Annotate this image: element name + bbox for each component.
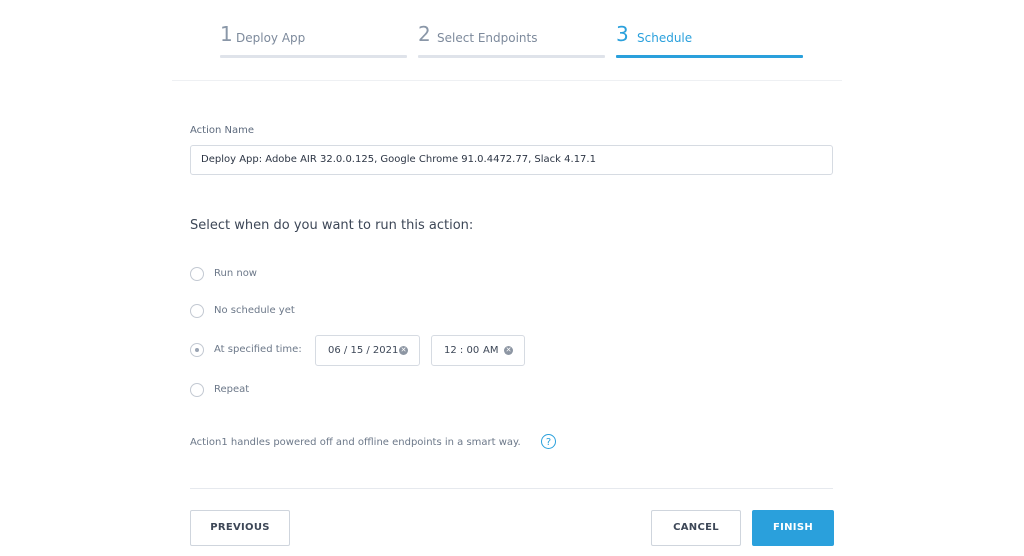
info-text: Action1 handles powered off and offline …: [190, 437, 521, 448]
option-label: At specified time:: [214, 344, 302, 355]
wizard-stepper: 1 Deploy App 2 Select Endpoints 3 Schedu…: [220, 22, 804, 62]
previous-button[interactable]: PREVIOUS: [190, 510, 290, 546]
step-select-endpoints[interactable]: 2 Select Endpoints: [418, 22, 605, 60]
footer-divider: [190, 488, 833, 489]
header-divider: [172, 80, 842, 81]
option-label: Repeat: [214, 384, 250, 395]
step-label: Schedule: [637, 31, 693, 45]
help-icon[interactable]: ?: [541, 434, 556, 449]
option-label: Run now: [214, 268, 257, 279]
step-number: 3: [616, 22, 629, 46]
date-input[interactable]: 06 / 15 / 2021 ✕: [315, 335, 420, 366]
step-label: Deploy App: [236, 31, 306, 45]
radio-button[interactable]: [190, 304, 204, 318]
step-number: 1: [220, 22, 233, 46]
option-label: No schedule yet: [214, 305, 295, 316]
radio-button-selected[interactable]: [190, 343, 204, 357]
finish-button[interactable]: FINISH: [752, 510, 834, 546]
schedule-heading: Select when do you want to run this acti…: [190, 218, 474, 233]
step-progress-bar: [220, 55, 407, 58]
radio-button[interactable]: [190, 383, 204, 397]
action-name-input[interactable]: Deploy App: Adobe AIR 32.0.0.125, Google…: [190, 145, 833, 175]
cancel-button[interactable]: CANCEL: [651, 510, 741, 546]
step-progress-bar: [418, 55, 605, 58]
step-schedule[interactable]: 3 Schedule: [616, 22, 803, 60]
step-progress-bar: [616, 55, 803, 58]
step-number: 2: [418, 22, 431, 46]
clear-icon[interactable]: ✕: [504, 346, 513, 355]
step-deploy-app[interactable]: 1 Deploy App: [220, 22, 407, 60]
date-value: 06 / 15 / 2021: [328, 345, 399, 356]
step-label: Select Endpoints: [437, 31, 538, 45]
radio-button[interactable]: [190, 267, 204, 281]
action-name-label: Action Name: [190, 125, 254, 136]
time-period: AM: [483, 345, 499, 356]
clear-icon[interactable]: ✕: [399, 346, 408, 355]
time-value: 12 : 00: [444, 345, 480, 356]
time-input[interactable]: 12 : 00 AM ✕: [431, 335, 525, 366]
